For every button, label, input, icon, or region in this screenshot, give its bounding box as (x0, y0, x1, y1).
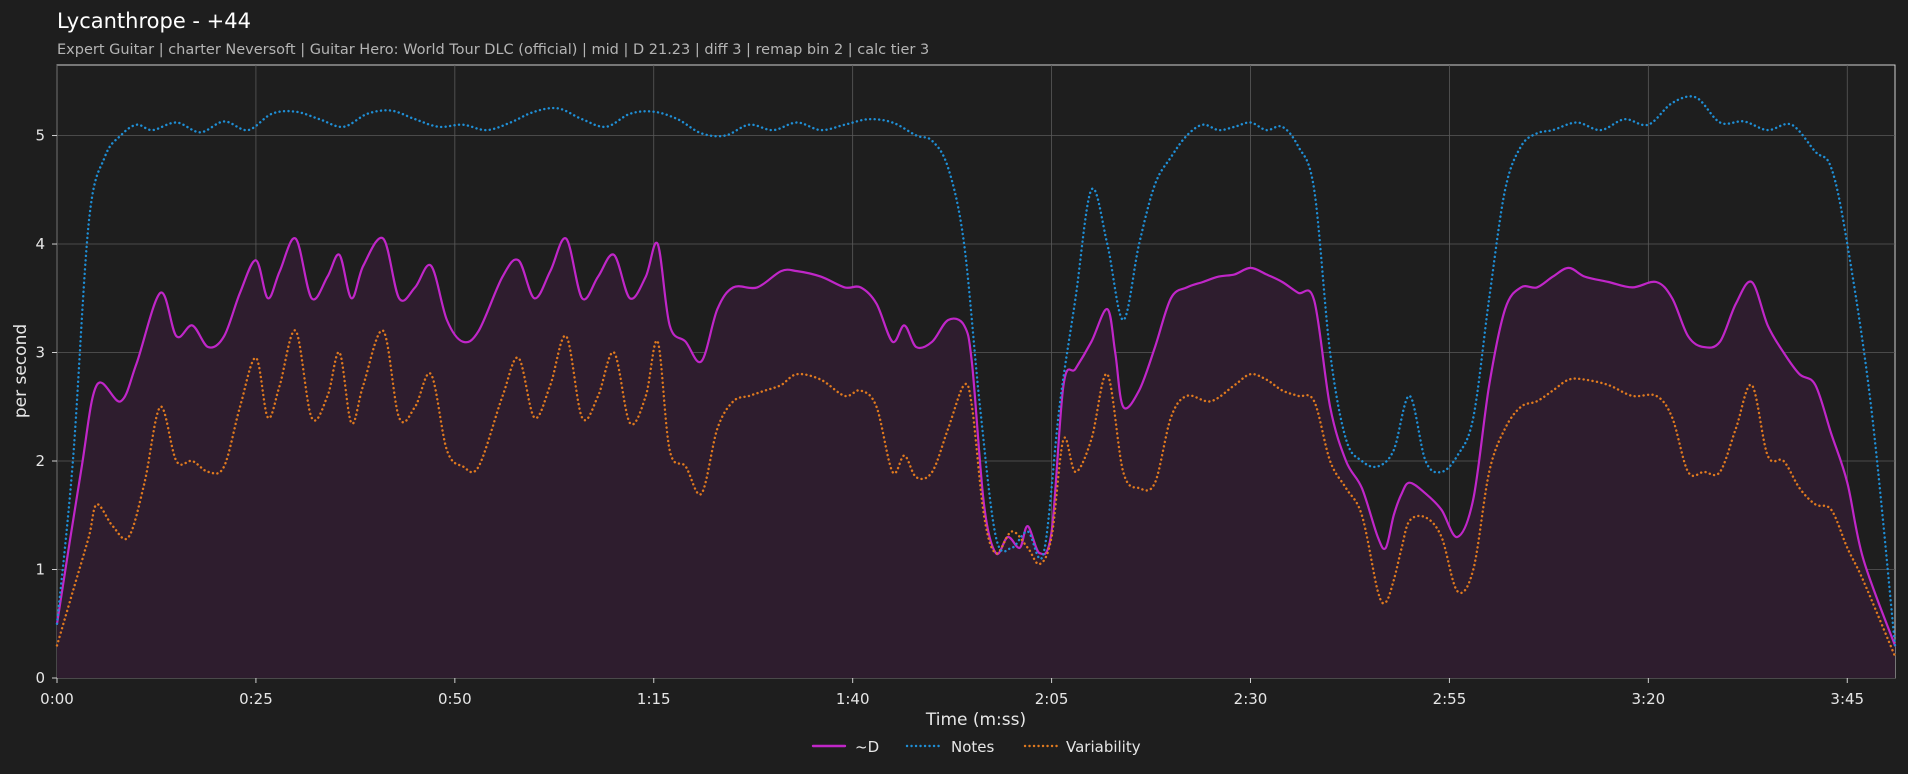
x-tick-label: 0:50 (438, 690, 472, 708)
y-tick-labels: 0 1 2 3 4 5 (35, 127, 57, 687)
y-tick-label: 0 (35, 669, 45, 687)
legend-label: ~D (855, 738, 879, 756)
legend: ~D Notes Variability (811, 738, 1141, 756)
x-tick-label: 3:20 (1631, 690, 1665, 708)
x-tick-labels: 0:00 0:25 0:50 1:15 1:40 2:05 2:30 2:55 3:20 3:45 (40, 678, 1864, 708)
chart-title: Lycanthrope - +44 (57, 9, 251, 33)
y-tick-label: 4 (35, 235, 45, 253)
x-axis-label: Time (m:ss) (925, 710, 1026, 730)
chart-subtitle: Expert Guitar | charter Neversoft | Guit… (57, 42, 929, 58)
x-tick-label: 1:40 (836, 690, 870, 708)
x-tick-label: 1:15 (637, 690, 671, 708)
legend-label: Notes (951, 738, 995, 756)
y-tick-label: 1 (35, 561, 45, 579)
y-tick-label: 3 (35, 344, 45, 362)
x-tick-label: 3:45 (1830, 690, 1864, 708)
x-tick-label: 2:30 (1234, 690, 1268, 708)
x-tick-label: 2:05 (1035, 690, 1069, 708)
y-axis-label: per second (11, 324, 31, 418)
y-tick-label: 2 (35, 452, 45, 470)
x-tick-label: 0:00 (40, 690, 74, 708)
legend-label: Variability (1066, 738, 1141, 756)
x-tick-label: 2:55 (1433, 690, 1467, 708)
y-tick-label: 5 (35, 127, 45, 145)
x-tick-label: 0:25 (239, 690, 273, 708)
chart: Lycanthrope - +44 Expert Guitar | charte… (11, 9, 1897, 756)
